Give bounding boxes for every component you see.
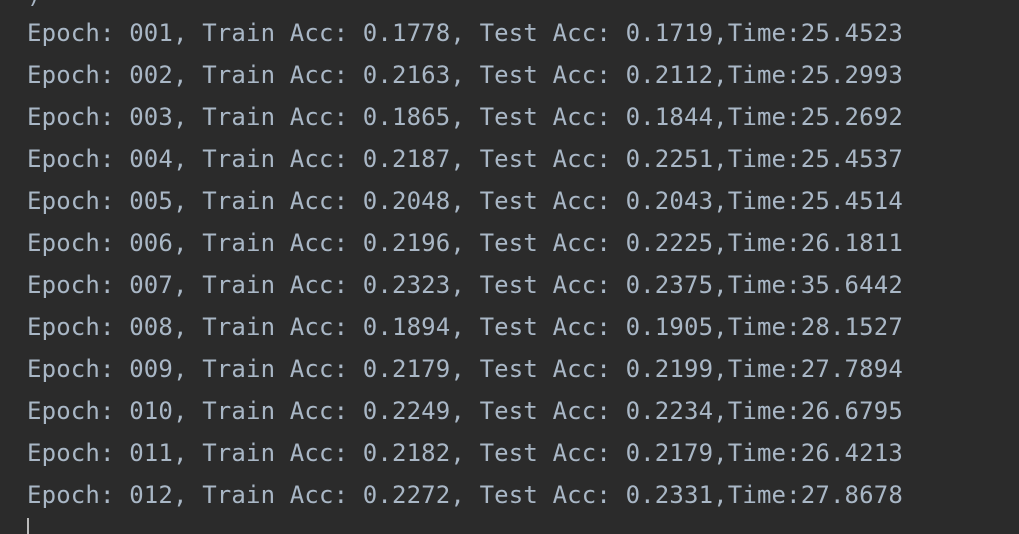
text-cursor	[27, 518, 29, 534]
output-line-epoch-008: Epoch: 008, Train Acc: 0.1894, Test Acc:…	[27, 313, 903, 341]
console-output[interactable]: ) Epoch: 001, Train Acc: 0.1778, Test Ac…	[0, 0, 1019, 534]
output-line-epoch-001: Epoch: 001, Train Acc: 0.1778, Test Acc:…	[27, 19, 903, 47]
output-line-epoch-009: Epoch: 009, Train Acc: 0.2179, Test Acc:…	[27, 355, 903, 383]
output-line-epoch-005: Epoch: 005, Train Acc: 0.2048, Test Acc:…	[27, 187, 903, 215]
output-line-epoch-002: Epoch: 002, Train Acc: 0.2163, Test Acc:…	[27, 61, 903, 89]
output-line-epoch-010: Epoch: 010, Train Acc: 0.2249, Test Acc:…	[27, 397, 903, 425]
output-line-epoch-007: Epoch: 007, Train Acc: 0.2323, Test Acc:…	[27, 271, 903, 299]
output-line-epoch-012: Epoch: 012, Train Acc: 0.2272, Test Acc:…	[27, 481, 903, 509]
output-lines: Epoch: 001, Train Acc: 0.1778, Test Acc:…	[27, 12, 903, 516]
output-line-epoch-006: Epoch: 006, Train Acc: 0.2196, Test Acc:…	[27, 229, 903, 257]
output-line-epoch-003: Epoch: 003, Train Acc: 0.1865, Test Acc:…	[27, 103, 903, 131]
output-line-epoch-011: Epoch: 011, Train Acc: 0.2182, Test Acc:…	[27, 439, 903, 467]
output-line-epoch-004: Epoch: 004, Train Acc: 0.2187, Test Acc:…	[27, 145, 903, 173]
